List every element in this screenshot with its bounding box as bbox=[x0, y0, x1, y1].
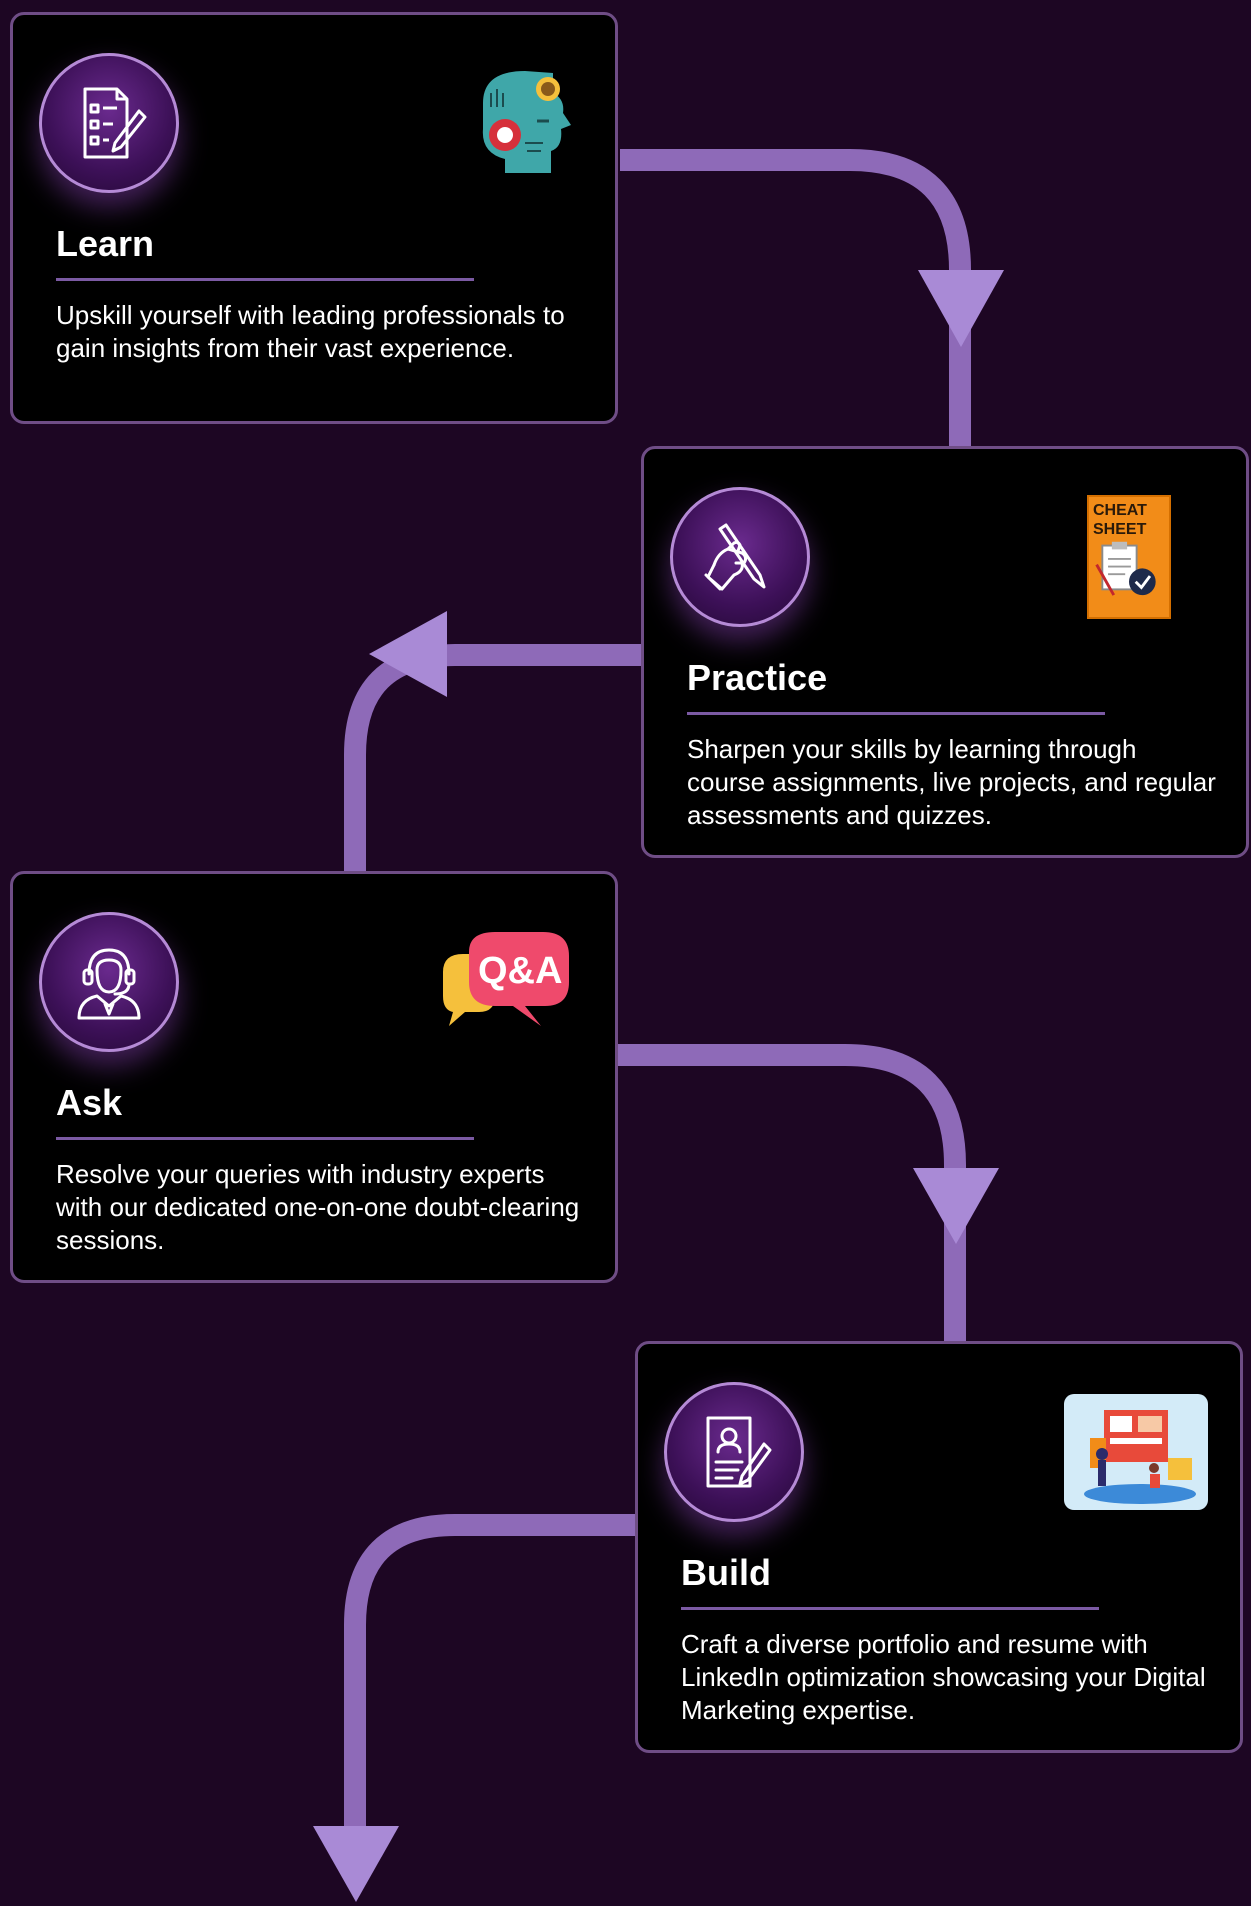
headset-support-agent-icon bbox=[77, 948, 141, 1020]
head-puzzle-gear-icon bbox=[453, 63, 593, 183]
cheat-sheet-icon: CHEAT SHEET bbox=[1087, 495, 1171, 619]
connector-practice-to-ask bbox=[344, 644, 641, 871]
title-divider bbox=[56, 1137, 474, 1140]
step-card-build: Build Craft a diverse portfolio and resu… bbox=[635, 1341, 1243, 1753]
step-title: Build bbox=[681, 1552, 771, 1593]
hand-writing-pen-icon bbox=[704, 523, 766, 591]
step-title: Practice bbox=[687, 657, 828, 698]
connector-build-onward bbox=[344, 1514, 635, 1840]
checklist-pencil-icon bbox=[83, 87, 147, 159]
step-card-learn: Learn Upskill yourself with leading prof… bbox=[10, 12, 618, 424]
ask-icon-badge bbox=[39, 912, 179, 1052]
title-divider bbox=[681, 1607, 1099, 1610]
step-card-practice: CHEAT SHEET Practice Sharpen your skills … bbox=[641, 446, 1249, 858]
learn-icon-badge bbox=[39, 53, 179, 193]
qa-speech-bubbles-icon: Q&A bbox=[433, 926, 573, 1036]
step-description: Resolve your queries with industry exper… bbox=[56, 1159, 580, 1255]
arrow-head-down-2 bbox=[913, 1168, 999, 1244]
step-description: Sharpen your skills by learning through … bbox=[687, 734, 1216, 830]
resume-document-pen-icon bbox=[706, 1416, 772, 1488]
step-description: Upskill yourself with leading profession… bbox=[56, 300, 565, 363]
build-icon-badge bbox=[664, 1382, 804, 1522]
arrow-head-down-3 bbox=[313, 1826, 399, 1902]
step-title: Ask bbox=[56, 1082, 123, 1123]
qa-label: Q&A bbox=[478, 950, 563, 992]
title-divider bbox=[687, 712, 1105, 715]
title-divider bbox=[56, 278, 474, 281]
practice-icon-badge bbox=[670, 487, 810, 627]
arrow-head-down-1 bbox=[918, 270, 1004, 347]
portfolio-board-icon bbox=[1064, 1394, 1208, 1510]
connector-ask-to-build bbox=[618, 1044, 966, 1341]
connector-learn-to-practice bbox=[620, 149, 971, 446]
step-description: Craft a diverse portfolio and resume wit… bbox=[681, 1629, 1206, 1725]
step-title: Learn bbox=[56, 223, 155, 264]
step-card-ask: Q&A Ask Resolve your queries with indust… bbox=[10, 871, 618, 1283]
